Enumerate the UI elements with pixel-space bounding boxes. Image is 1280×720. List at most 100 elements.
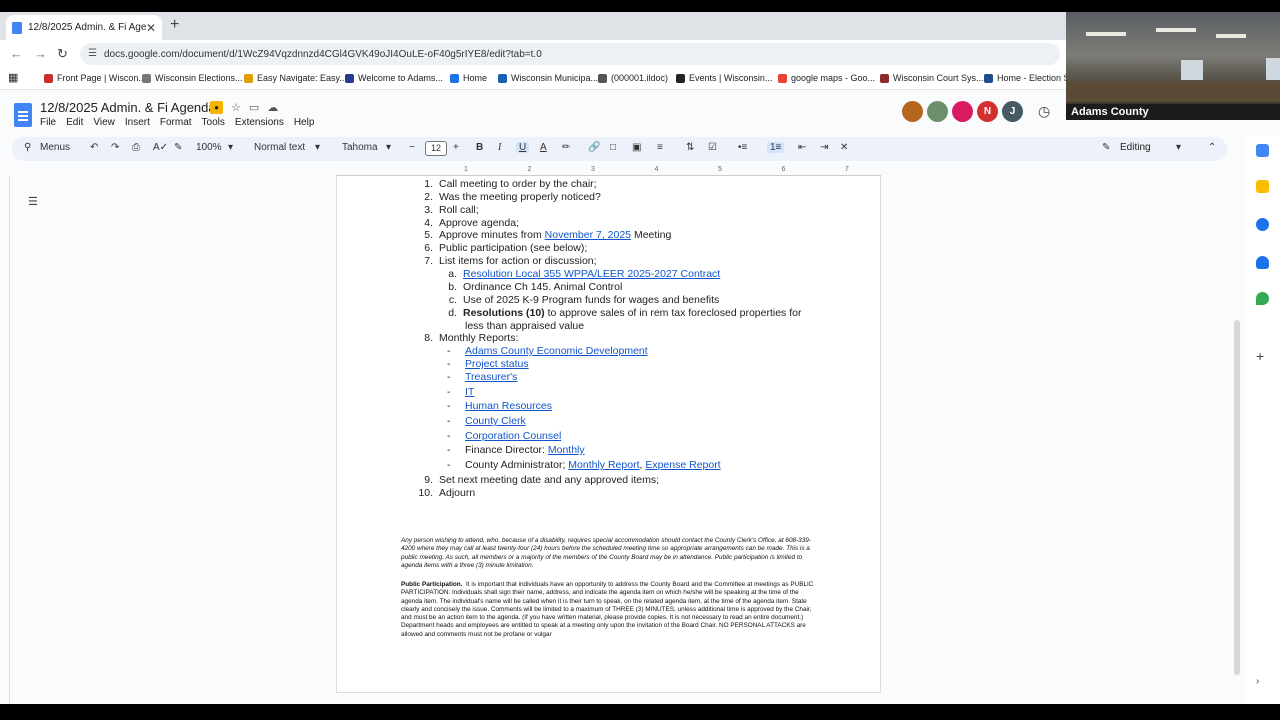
maps-icon[interactable] [1256, 292, 1269, 305]
add-addon-icon[interactable]: + [1256, 349, 1269, 363]
site-info-icon[interactable]: ☰ [88, 48, 97, 59]
tasks-icon[interactable] [1256, 218, 1269, 231]
decrease-indent-icon[interactable]: ⇤ [798, 142, 806, 153]
report-item: - Project status [447, 358, 529, 370]
bookmark-item[interactable]: Wisconsin Municipa... [498, 73, 598, 83]
bulleted-list-icon[interactable]: •≡ [738, 142, 747, 153]
monthly-report-link[interactable]: Monthly Report [568, 459, 639, 471]
bookmark-item[interactable]: Front Page | Wiscon... [44, 73, 146, 83]
menu-format[interactable]: Format [160, 117, 192, 128]
document-outline-icon[interactable]: ☰ [28, 195, 38, 208]
undo-icon[interactable]: ↶ [90, 142, 98, 153]
zoom-select[interactable]: 100% [196, 142, 222, 153]
report-link[interactable]: Treasurer's [465, 371, 517, 383]
menu-extensions[interactable]: Extensions [235, 117, 284, 128]
image-icon[interactable]: ▣ [632, 142, 641, 153]
menu-view[interactable]: View [93, 117, 115, 128]
menu-file[interactable]: File [40, 117, 56, 128]
underline-icon[interactable]: U [516, 142, 530, 153]
editing-mode-select[interactable]: Editing [1120, 142, 1151, 153]
vertical-scrollbar[interactable] [1234, 320, 1240, 675]
reload-icon[interactable]: ↻ [57, 46, 68, 62]
bold-icon[interactable]: B [476, 142, 483, 153]
collaborator-avatar[interactable]: N [977, 101, 998, 122]
link-icon[interactable]: 🔗 [588, 142, 600, 153]
apps-grid-icon[interactable]: ▦ [8, 71, 18, 84]
bookmark-item[interactable]: Easy Navigate: Easy... [244, 73, 347, 83]
report-link[interactable]: Project status [465, 358, 529, 370]
chevron-down-icon: ▾ [386, 142, 392, 153]
align-icon[interactable]: ≡ [657, 142, 663, 153]
menu-edit[interactable]: Edit [66, 117, 83, 128]
cloud-status-icon[interactable]: ☁ [267, 101, 278, 114]
menu-insert[interactable]: Insert [125, 117, 150, 128]
collaborator-avatar[interactable]: J [1002, 101, 1023, 122]
chevron-right-icon[interactable]: › [1256, 676, 1269, 689]
browser-tab[interactable]: 12/8/2025 Admin. & Fi Agenda ✕ [6, 15, 162, 40]
collaborator-avatar[interactable] [902, 101, 923, 122]
line-spacing-icon[interactable]: ⇅ [686, 142, 694, 153]
text-color-icon[interactable]: A [540, 142, 547, 153]
finance-monthly-link[interactable]: Monthly [548, 444, 585, 456]
redo-icon[interactable]: ↷ [111, 142, 119, 153]
bookmark-item[interactable]: Welcome to Adams... [345, 73, 443, 83]
print-icon[interactable]: ⎙ [132, 142, 140, 153]
collaborator-avatar[interactable] [952, 101, 973, 122]
bookmark-item[interactable]: google maps - Goo... [778, 73, 875, 83]
bookmark-item[interactable]: (000001.ildoc) [598, 73, 668, 83]
star-icon[interactable]: ☆ [231, 101, 241, 114]
minutes-link[interactable]: November 7, 2025 [545, 229, 631, 241]
bookmark-item[interactable]: Home [450, 73, 487, 83]
bookmark-item[interactable]: Wisconsin Elections... [142, 73, 243, 83]
paint-format-icon[interactable]: ✎ [174, 142, 182, 153]
menus-search[interactable]: Menus [40, 142, 70, 153]
search-icon[interactable]: ⚲ [24, 142, 31, 153]
back-arrow-icon[interactable]: ← [10, 46, 23, 61]
collaborator-avatar[interactable] [927, 101, 948, 122]
numbered-list-icon[interactable]: 1≡ [767, 142, 785, 153]
decrease-font-icon[interactable]: − [409, 142, 415, 153]
clear-formatting-icon[interactable]: ✕ [840, 142, 848, 153]
url-input[interactable]: ☰ docs.google.com/document/d/1WcZ94Vqzdn… [80, 43, 1060, 65]
folder-badge-icon[interactable]: ● [210, 101, 223, 114]
report-link[interactable]: Corporation Counsel [465, 430, 561, 442]
bookmark-item[interactable]: Home - Election Sys [984, 73, 1066, 83]
tab-title: 12/8/2025 Admin. & Fi Agenda [28, 22, 146, 33]
keep-icon[interactable] [1256, 180, 1269, 193]
menu-tools[interactable]: Tools [202, 117, 225, 128]
spellcheck-icon[interactable]: A✓ [153, 142, 168, 153]
highlight-icon[interactable]: ✏ [562, 142, 570, 153]
calendar-icon[interactable] [1256, 144, 1269, 157]
vertical-ruler [0, 176, 10, 704]
version-history-icon[interactable]: ◷ [1038, 103, 1050, 120]
forward-arrow-icon[interactable]: → [34, 46, 47, 61]
bookmark-item[interactable]: Wisconsin Court Sys... [880, 73, 984, 83]
resolution-contract-link[interactable]: Resolution Local 355 WPPA/LEER 2025-2027… [463, 268, 720, 280]
report-link[interactable]: County Clerk [465, 415, 526, 427]
increase-indent-icon[interactable]: ⇥ [820, 142, 828, 153]
docs-logo-icon[interactable] [14, 103, 32, 127]
report-link[interactable]: Adams County Economic Development [465, 345, 648, 357]
close-tab-icon[interactable]: ✕ [146, 21, 156, 35]
contacts-icon[interactable] [1256, 256, 1269, 269]
formatting-toolbar: ⚲ Menus ↶ ↷ ⎙ A✓ ✎ 100% ▾ Normal text ▾ … [12, 137, 1227, 161]
report-link[interactable]: Human Resources [465, 400, 552, 412]
italic-icon[interactable]: I [498, 142, 501, 153]
checklist-icon[interactable]: ☑ [708, 142, 717, 153]
font-select[interactable]: Tahoma [342, 142, 378, 153]
document-title[interactable]: 12/8/2025 Admin. & Fi Agenda [40, 100, 216, 115]
top-bar [0, 0, 1280, 12]
menu-help[interactable]: Help [294, 117, 315, 128]
increase-font-icon[interactable]: + [453, 142, 459, 153]
bookmark-item[interactable]: Events | Wisconsin... [676, 73, 772, 83]
document-page[interactable]: 1. Call meeting to order by the chair; 2.… [336, 176, 881, 693]
font-size-input[interactable]: 12 [425, 141, 447, 156]
horizontal-ruler[interactable]: 1 2 3 4 5 6 7 [336, 166, 881, 176]
expense-report-link[interactable]: Expense Report [645, 459, 720, 471]
new-tab-button[interactable]: + [170, 16, 179, 34]
move-folder-icon[interactable]: ▭ [249, 101, 259, 114]
collapse-toolbar-icon[interactable]: ⌃ [1208, 142, 1216, 153]
report-link[interactable]: IT [465, 386, 474, 398]
style-select[interactable]: Normal text [254, 142, 305, 153]
comment-icon[interactable]: □ [610, 142, 616, 153]
